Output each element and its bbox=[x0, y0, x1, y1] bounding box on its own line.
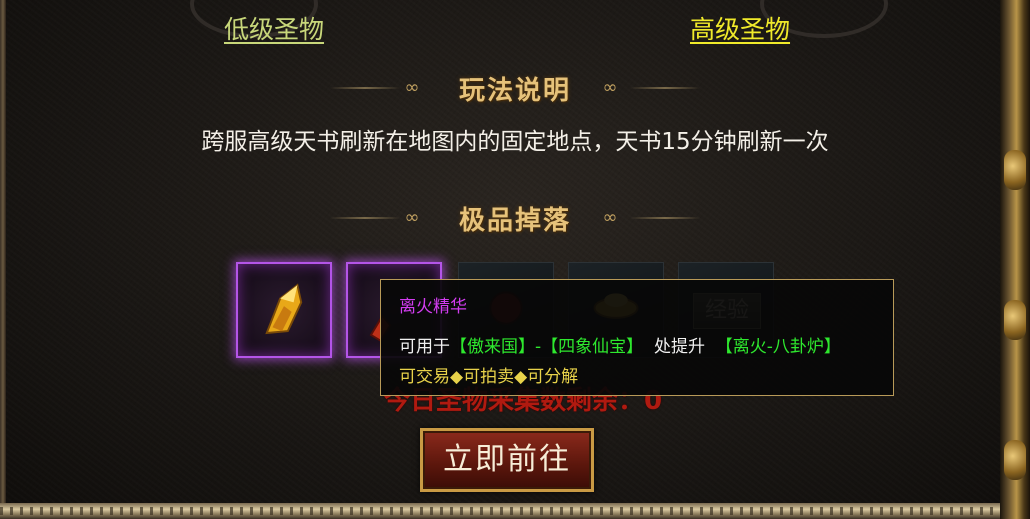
drops-header: ∞ 极品掉落 ∞ bbox=[0, 198, 1030, 238]
relic-event-panel: 低级圣物 高级圣物 ∞ 玩法说明 ∞ 跨服高级天书刷新在地图内的固定地点，天书1… bbox=[0, 0, 1030, 519]
drops-title: 极品掉落 bbox=[458, 206, 571, 236]
frame-ornament bbox=[1004, 300, 1026, 340]
go-now-button[interactable]: 立即前往 bbox=[420, 428, 594, 492]
ornament-icon: ∞ bbox=[404, 77, 420, 98]
frame-ornament bbox=[1004, 150, 1026, 190]
ornament-icon: ∞ bbox=[602, 77, 618, 98]
low-relic-link[interactable]: 低级圣物 bbox=[224, 10, 324, 46]
divider-line bbox=[330, 87, 400, 89]
frame-bottom-border bbox=[0, 503, 1000, 519]
high-relic-link[interactable]: 高级圣物 bbox=[690, 10, 790, 46]
tooltip-trade-info: 可交易◆可拍卖◆可分解 bbox=[399, 367, 579, 387]
divider-line bbox=[630, 217, 700, 219]
golden-crystal-icon bbox=[265, 283, 303, 335]
ornament-icon: ∞ bbox=[404, 207, 420, 228]
drop-item-slot[interactable] bbox=[236, 262, 332, 358]
tooltip-location: 【傲来国】-【四象仙宝】 bbox=[450, 337, 644, 357]
frame-ornament bbox=[1004, 440, 1026, 480]
rules-header: ∞ 玩法说明 ∞ bbox=[0, 68, 1030, 108]
tooltip-upgrade-prefix: 处提升 bbox=[653, 337, 705, 357]
tooltip-usage-line: 可用于【傲来国】-【四象仙宝】 处提升 【离火-八卦炉】 bbox=[399, 332, 841, 357]
divider-line bbox=[630, 87, 700, 89]
item-tooltip: 离火精华 可用于【傲来国】-【四象仙宝】 处提升 【离火-八卦炉】 可交易◆可拍… bbox=[380, 279, 894, 396]
tooltip-item-name: 离火精华 bbox=[399, 297, 467, 317]
rules-title: 玩法说明 bbox=[458, 76, 571, 106]
divider-line bbox=[330, 217, 400, 219]
ornament-icon: ∞ bbox=[602, 207, 618, 228]
tooltip-target: 【离火-八卦炉】 bbox=[715, 337, 841, 357]
rules-description: 跨服高级天书刷新在地图内的固定地点，天书15分钟刷新一次 bbox=[201, 129, 829, 155]
tooltip-use-prefix: 可用于 bbox=[399, 337, 450, 357]
